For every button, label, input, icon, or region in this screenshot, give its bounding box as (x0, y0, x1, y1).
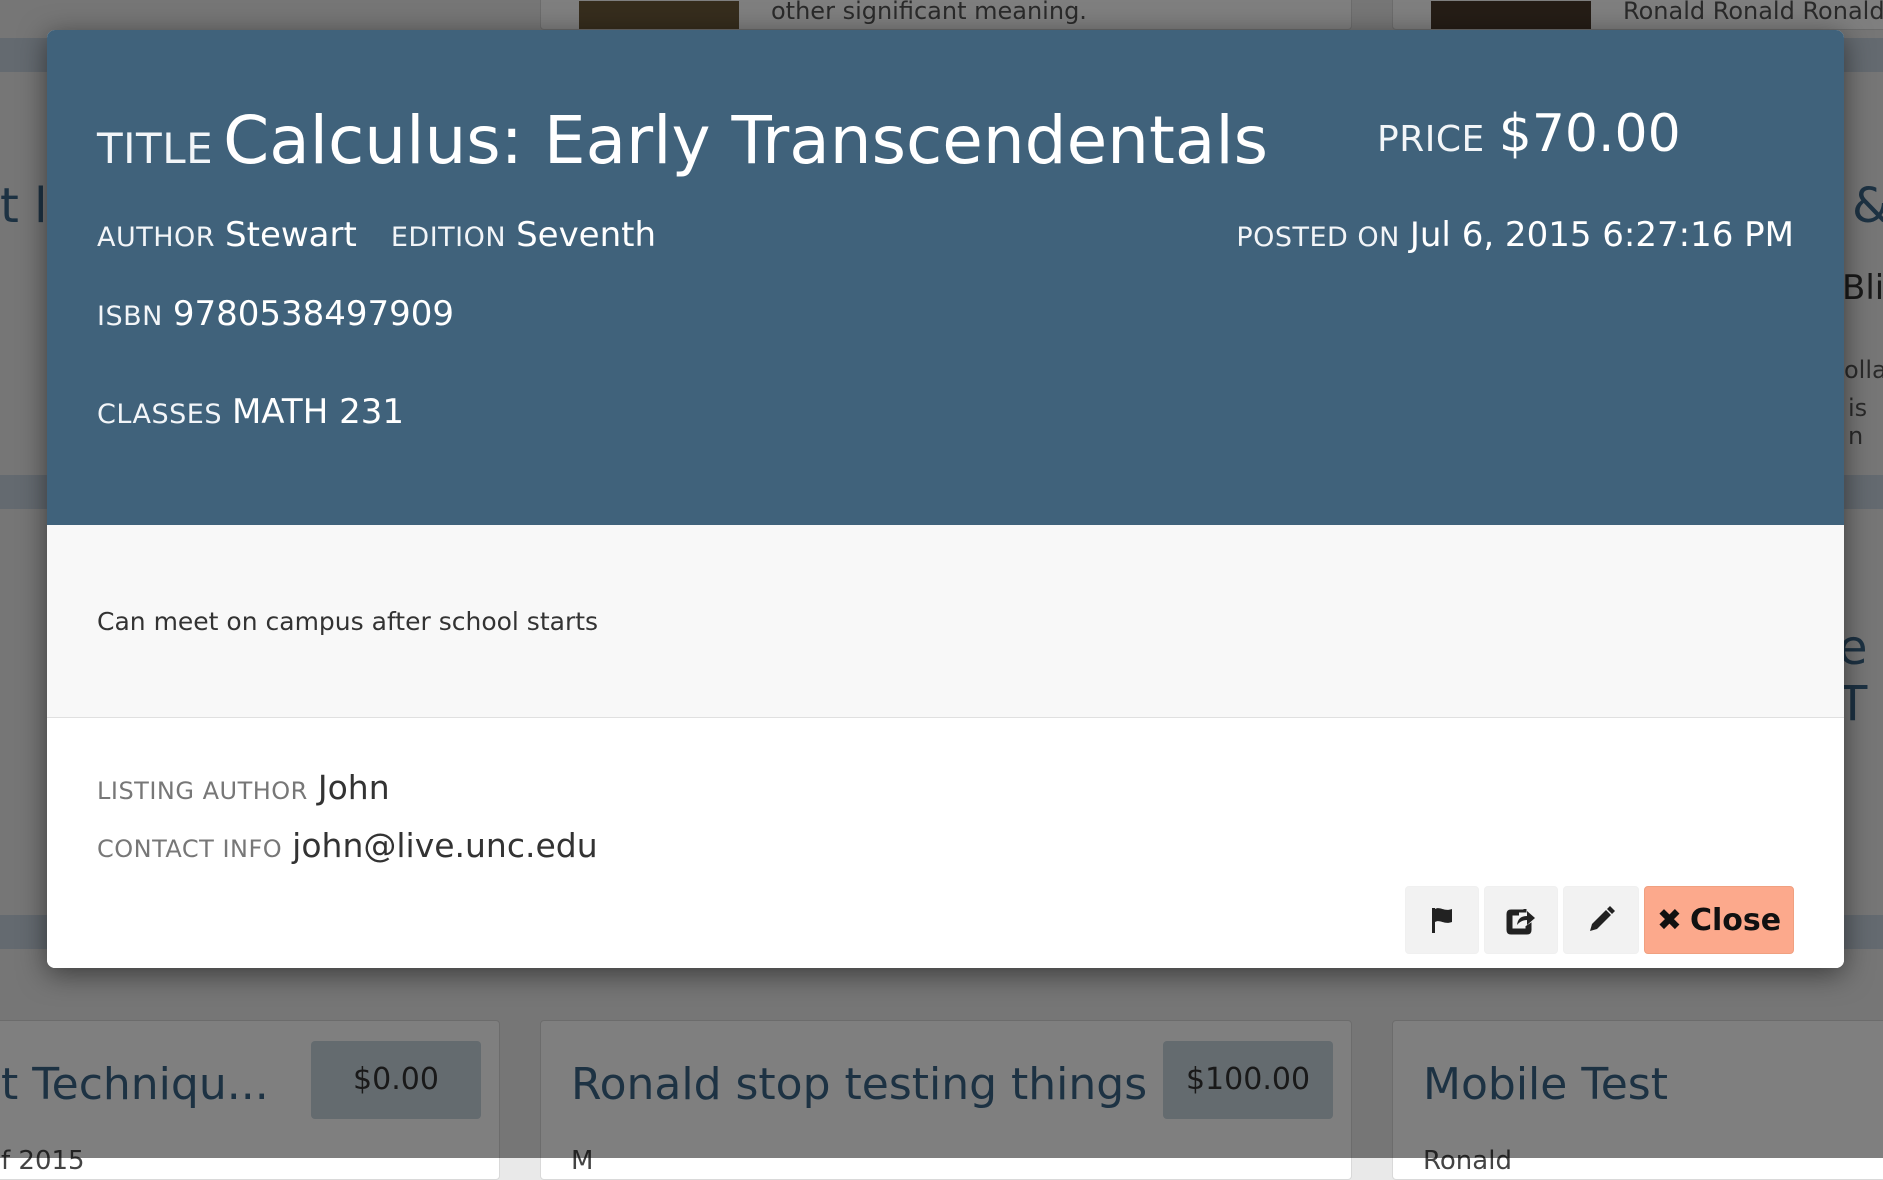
edition-label: Edition (390, 222, 507, 253)
listing-detail-modal: Title Calculus: Early Transcendentals Pr… (47, 30, 1844, 968)
posted-date: Jul 6, 2015 6:27:16 PM (1409, 215, 1794, 255)
listing-note-text: Can meet on campus after school starts (97, 607, 599, 636)
title-row: Title Calculus: Early Transcendentals (97, 102, 1268, 179)
flag-button[interactable] (1405, 886, 1479, 954)
isbn-row: ISBN 9780538497909 (97, 294, 454, 334)
close-button-label: Close (1690, 902, 1782, 938)
classes-row: Classes MATH 231 (97, 392, 404, 432)
isbn-label: ISBN (97, 301, 163, 332)
listing-notes: Can meet on campus after school starts (47, 525, 1844, 718)
listing-author-label: Listing Author (97, 777, 308, 805)
close-icon: ✖ (1656, 902, 1682, 938)
book-price: $70.00 (1498, 104, 1681, 164)
book-classes: MATH 231 (231, 392, 404, 432)
posted-row: Posted on Jul 6, 2015 6:27:16 PM (1236, 215, 1794, 255)
listing-author: John (317, 768, 390, 807)
share-icon (1506, 909, 1535, 935)
contact-info-label: Contact Info (97, 835, 283, 863)
modal-footer: Listing Author John Contact Info john@li… (47, 718, 1844, 968)
posted-label: Posted on (1236, 222, 1400, 253)
title-label: Title (97, 124, 214, 173)
contact-email[interactable]: john@live.unc.edu (292, 826, 597, 865)
book-isbn: 9780538497909 (172, 294, 455, 334)
author-edition-row: Author Stewart Edition Seventh (97, 215, 656, 255)
pencil-icon (1590, 906, 1615, 931)
price-row: Price $70.00 (1377, 104, 1681, 164)
close-button[interactable]: ✖ Close (1644, 886, 1794, 954)
book-edition: Seventh (516, 215, 657, 255)
author-label: Author (97, 222, 216, 253)
flag-icon (1432, 908, 1452, 933)
book-author: Stewart (225, 215, 357, 255)
share-button[interactable] (1484, 886, 1558, 954)
book-title: Calculus: Early Transcendentals (223, 102, 1269, 179)
contact-info-row: Contact Info john@live.unc.edu (97, 826, 598, 865)
listing-author-row: Listing Author John (97, 768, 390, 807)
edit-button[interactable] (1563, 886, 1639, 954)
price-label: Price (1377, 119, 1485, 160)
classes-label: Classes (97, 399, 222, 430)
modal-header: Title Calculus: Early Transcendentals Pr… (47, 30, 1844, 525)
